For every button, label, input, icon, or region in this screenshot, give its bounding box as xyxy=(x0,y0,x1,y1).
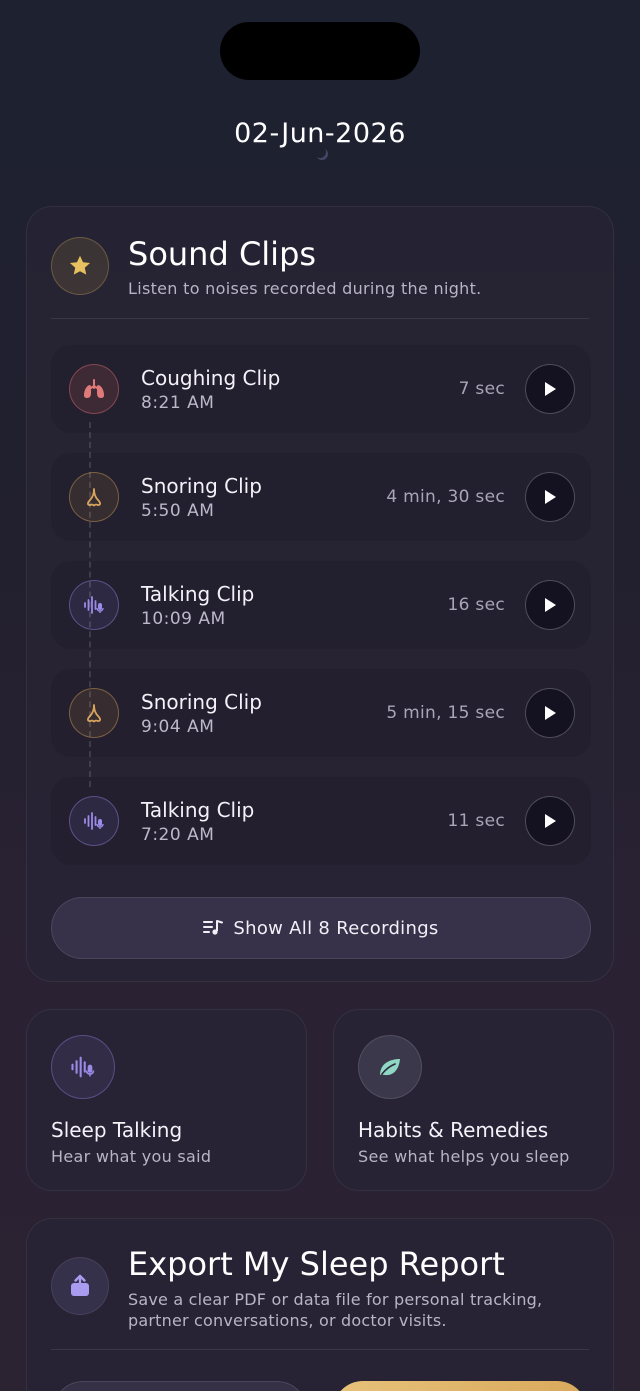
play-icon xyxy=(545,814,556,828)
clip-time: 9:04 AM xyxy=(141,717,215,737)
waveform-mic-icon xyxy=(69,796,119,846)
lungs-icon xyxy=(69,364,119,414)
play-icon xyxy=(545,382,556,396)
clip-row[interactable]: Talking Clip 7:20 AM 11 sec xyxy=(51,777,591,865)
share-icon xyxy=(51,1257,109,1315)
play-icon xyxy=(545,706,556,720)
mini-card-title: Sleep Talking xyxy=(51,1118,183,1142)
sound-clips-title: Sound Clips xyxy=(128,235,317,273)
clip-row[interactable]: Talking Clip 10:09 AM 16 sec xyxy=(51,561,591,649)
play-button[interactable] xyxy=(525,796,575,846)
waveform-mic-icon xyxy=(51,1035,115,1099)
clip-time: 8:21 AM xyxy=(141,393,215,413)
export-report-card: Export My Sleep Report Save a clear PDF … xyxy=(26,1218,614,1391)
play-icon xyxy=(545,490,556,504)
clip-row[interactable]: Snoring Clip 9:04 AM 5 min, 15 sec xyxy=(51,669,591,757)
playlist-icon xyxy=(203,920,224,935)
clip-row[interactable]: Coughing Clip 8:21 AM 7 sec xyxy=(51,345,591,433)
nose-icon xyxy=(69,688,119,738)
clip-duration: 16 sec xyxy=(447,595,505,615)
clip-name: Snoring Clip xyxy=(141,690,262,714)
clip-duration: 4 min, 30 sec xyxy=(386,487,505,507)
play-button[interactable] xyxy=(525,472,575,522)
timeline-connector xyxy=(89,422,91,787)
mini-card-subtitle: Hear what you said xyxy=(51,1147,212,1166)
export-primary-button[interactable] xyxy=(333,1381,587,1391)
export-subtitle: Save a clear PDF or data file for person… xyxy=(128,1290,543,1330)
mini-card-subtitle: See what helps you sleep xyxy=(358,1147,570,1166)
clip-time: 10:09 AM xyxy=(141,609,226,629)
clip-row[interactable]: Snoring Clip 5:50 AM 4 min, 30 sec xyxy=(51,453,591,541)
mini-card-title: Habits & Remedies xyxy=(358,1118,549,1142)
play-button[interactable] xyxy=(525,580,575,630)
clip-name: Coughing Clip xyxy=(141,366,281,390)
leaf-icon xyxy=(358,1035,422,1099)
habits-remedies-card[interactable]: Habits & Remedies See what helps you sle… xyxy=(333,1009,614,1191)
show-all-label: Show All 8 Recordings xyxy=(233,917,439,939)
report-date: 02-Jun-2026 xyxy=(234,118,406,149)
divider xyxy=(51,318,589,319)
clip-time: 5:50 AM xyxy=(141,501,215,521)
clip-duration: 5 min, 15 sec xyxy=(386,703,505,723)
export-title: Export My Sleep Report xyxy=(128,1245,505,1283)
clip-name: Snoring Clip xyxy=(141,474,262,498)
waveform-mic-icon xyxy=(69,580,119,630)
clip-time: 7:20 AM xyxy=(141,825,215,845)
sound-clips-subtitle: Listen to noises recorded during the nig… xyxy=(128,279,482,298)
clip-name: Talking Clip xyxy=(141,582,255,606)
sleep-talking-card[interactable]: Sleep Talking Hear what you said xyxy=(26,1009,307,1191)
sound-clips-card: Sound Clips Listen to noises recorded du… xyxy=(26,206,614,982)
play-icon xyxy=(545,598,556,612)
play-button[interactable] xyxy=(525,688,575,738)
clip-duration: 11 sec xyxy=(447,811,505,831)
clip-name: Talking Clip xyxy=(141,798,255,822)
dynamic-island xyxy=(220,22,420,80)
star-icon xyxy=(51,237,109,295)
nose-icon xyxy=(69,472,119,522)
play-button[interactable] xyxy=(525,364,575,414)
divider xyxy=(51,1349,589,1350)
export-secondary-button[interactable] xyxy=(53,1381,307,1391)
clip-duration: 7 sec xyxy=(458,379,505,399)
show-all-recordings-button[interactable]: Show All 8 Recordings xyxy=(51,897,591,959)
moon-icon xyxy=(314,146,326,158)
